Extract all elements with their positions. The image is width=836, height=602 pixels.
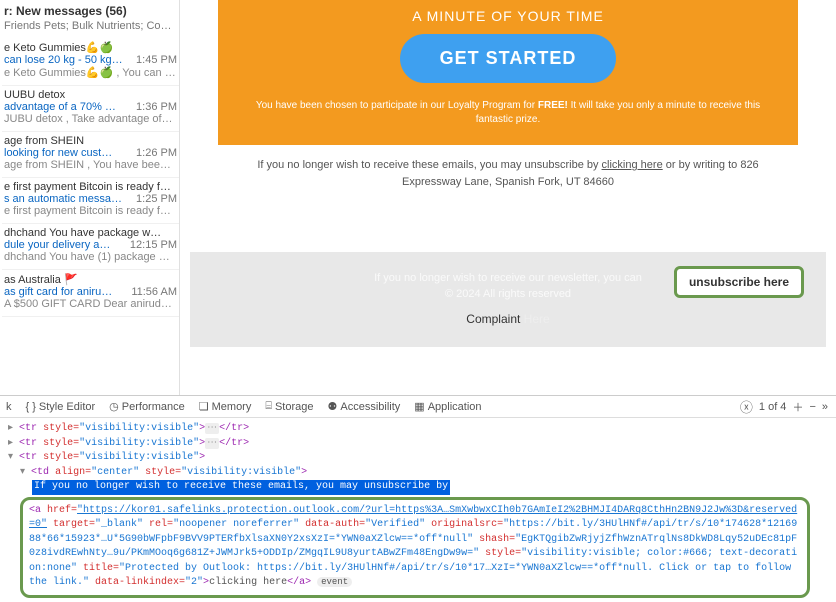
message-preview: age from SHEIN , You have bee… <box>4 159 177 171</box>
storage-icon: ⌸ <box>265 400 272 413</box>
tab-storage[interactable]: ⌸Storage <box>265 400 313 413</box>
email-footer: If you no longer wish to receive our new… <box>190 252 826 347</box>
devtools-tabs: k { }Style Editor ◷Performance ❏Memory ⌸… <box>0 396 836 418</box>
devtools-panel: k { }Style Editor ◷Performance ❏Memory ⌸… <box>0 395 836 547</box>
message-subject: can lose 20 kg - 50 kg… <box>4 54 123 66</box>
tab-performance[interactable]: ◷Performance <box>109 400 185 413</box>
email-preview-pane: A MINUTE OF YOUR TIME GET STARTED You ha… <box>180 0 836 395</box>
message-from: as Australia 🚩 <box>4 273 177 286</box>
footer-text: If you no longer wish to receive our new… <box>374 272 642 284</box>
promo-title: A MINUTE OF YOUR TIME <box>238 8 778 24</box>
flag-icon: 🚩 <box>64 274 78 286</box>
message-time: 11:56 AM <box>131 286 177 298</box>
event-badge[interactable]: event <box>317 577 352 587</box>
folder-subtext: Friends Pets; Bulk Nutrients; Compa… <box>2 20 179 38</box>
get-started-button[interactable]: GET STARTED <box>400 34 617 83</box>
search-next-icon[interactable]: ＋ <box>792 399 803 415</box>
message-item[interactable]: as Australia 🚩 as gift card for aniru… 11… <box>2 270 179 317</box>
email-list-pane: r: New messages (56) Friends Pets; Bulk … <box>0 0 180 395</box>
search-close-icon[interactable]: ⓧ <box>740 397 753 416</box>
twisty-icon[interactable]: ▸ <box>8 423 13 434</box>
tab-style-editor[interactable]: { }Style Editor <box>26 401 96 413</box>
tab-application[interactable]: ▦Application <box>414 400 481 413</box>
message-from: dhchand You have package w… <box>4 227 177 239</box>
message-subject: as gift card for aniru… <box>4 286 112 298</box>
message-from: e Keto Gummies💪🍏 <box>4 41 177 54</box>
message-item[interactable]: e first payment Bitcoin is ready f… s an… <box>2 178 179 224</box>
message-item[interactable]: dhchand You have package w… dule your de… <box>2 224 179 270</box>
message-time: 1:25 PM <box>136 193 177 205</box>
unsubscribe-here-button[interactable]: unsubscribe here <box>674 266 804 298</box>
message-subject: looking for new cust… <box>4 147 112 159</box>
tab-accessibility[interactable]: ⚉Accessibility <box>328 400 401 413</box>
devtools-html-tree[interactable]: ▸ <tr style="visibility:visible">⋯</tr> … <box>0 418 836 602</box>
memory-icon: ❏ <box>199 400 209 413</box>
promo-text: You have been chosen to participate in o… <box>238 99 778 127</box>
twisty-icon[interactable]: ▸ <box>8 438 13 449</box>
message-item[interactable]: e Keto Gummies💪🍏 can lose 20 kg - 50 kg…… <box>2 38 179 86</box>
accessibility-icon: ⚉ <box>328 400 338 413</box>
search-count: 1 of 4 <box>759 401 787 413</box>
message-preview: dhchand You have (1) package … <box>4 251 177 263</box>
highlighted-anchor-box: <a href="https://kor01.safelinks.protect… <box>20 497 810 598</box>
message-from: age from SHEIN <box>4 135 177 147</box>
tab-memory[interactable]: ❏Memory <box>199 400 252 413</box>
message-subject: dule your delivery a… <box>4 239 110 251</box>
grid-icon: ▦ <box>414 400 424 413</box>
message-subject: s an automatic messa… <box>4 193 122 205</box>
message-time: 1:45 PM <box>136 54 177 66</box>
complaint-line: Complaint Here <box>210 312 806 326</box>
folder-header: r: New messages (56) <box>2 0 179 20</box>
message-item[interactable]: age from SHEIN looking for new cust… 1:26… <box>2 132 179 178</box>
message-time: 1:36 PM <box>136 101 177 113</box>
message-time: 12:15 PM <box>130 239 177 251</box>
message-preview: e Keto Gummies💪🍏 , You can l… <box>4 66 177 79</box>
twisty-icon[interactable]: ▾ <box>20 467 25 478</box>
unsubscribe-text: If you no longer wish to receive these e… <box>190 145 826 202</box>
message-preview: JUBU detox , Take advantage of… <box>4 113 177 125</box>
message-preview: e first payment Bitcoin is ready f… <box>4 205 177 217</box>
search-prev-icon[interactable]: − <box>809 401 815 413</box>
braces-icon: { } <box>26 401 36 413</box>
message-subject: advantage of a 70% … <box>4 101 116 113</box>
message-preview: A $500 GIFT CARD Dear anirud… <box>4 298 177 310</box>
twisty-icon[interactable]: ▾ <box>8 452 13 463</box>
gauge-icon: ◷ <box>109 400 119 413</box>
promo-banner: A MINUTE OF YOUR TIME GET STARTED You ha… <box>218 0 798 145</box>
message-item[interactable]: UUBU detox advantage of a 70% … 1:36 PM J… <box>2 86 179 132</box>
message-from: UUBU detox <box>4 89 177 101</box>
tab-k[interactable]: k <box>6 401 12 413</box>
unsubscribe-link[interactable]: clicking here <box>602 159 663 171</box>
complaint-here-link[interactable]: Here <box>524 312 550 326</box>
message-time: 1:26 PM <box>136 147 177 159</box>
message-from: e first payment Bitcoin is ready f… <box>4 181 177 193</box>
overflow-icon[interactable]: » <box>822 401 828 413</box>
selected-text-node[interactable]: If you no longer wish to receive these e… <box>32 480 450 495</box>
